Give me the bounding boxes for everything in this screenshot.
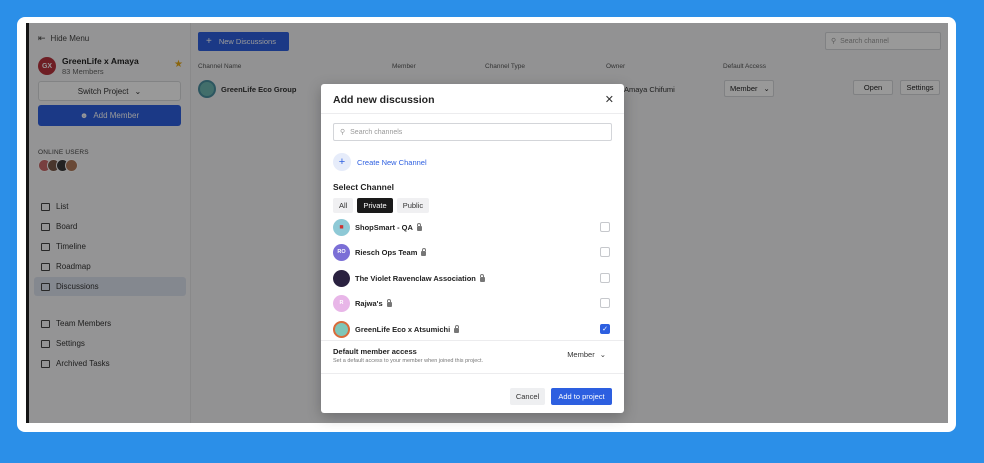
channel-name: Rajwa's — [355, 298, 383, 308]
list-item[interactable]: GreenLife Eco x Atsumichi ✓ — [333, 319, 612, 339]
search-channels-placeholder: Search channels — [350, 128, 403, 136]
select-channel-label: Select Channel — [333, 182, 394, 192]
channel-name: Riesch Ops Team — [355, 247, 418, 257]
divider — [321, 373, 624, 374]
chevron-down-icon: ⌄ — [599, 350, 606, 359]
divider — [321, 113, 624, 114]
list-item[interactable]: R Rajwa's — [333, 293, 612, 313]
lock-icon — [479, 273, 485, 282]
channel-checkbox[interactable] — [600, 273, 610, 283]
add-discussion-dialog: Add new discussion ✕ ⚲ Search channels +… — [321, 84, 624, 413]
list-item[interactable]: The Violet Ravenclaw Association — [333, 268, 612, 288]
channel-avatar — [333, 320, 350, 338]
create-channel-button[interactable]: + Create New Channel — [333, 153, 427, 171]
channel-avatar: R — [333, 294, 350, 312]
channel-avatar — [333, 269, 350, 287]
default-access-select[interactable]: Member ⌄ — [567, 350, 606, 359]
add-to-project-button[interactable]: Add to project — [551, 388, 612, 405]
list-item[interactable]: ■ ShopSmart - QA — [333, 217, 612, 237]
channel-name: GreenLife Eco x Atsumichi — [355, 324, 451, 334]
channel-list: ■ ShopSmart - QA RO Riesch Ops Team The … — [333, 217, 612, 339]
lock-icon — [454, 324, 460, 333]
channel-checkbox[interactable] — [600, 298, 610, 308]
search-channels-input[interactable]: ⚲ Search channels — [333, 123, 612, 141]
list-item[interactable]: RO Riesch Ops Team — [333, 242, 612, 262]
plus-icon: + — [333, 153, 351, 171]
channel-name: The Violet Ravenclaw Association — [355, 273, 476, 283]
create-channel-label: Create New Channel — [357, 157, 427, 167]
channel-avatar: RO — [333, 243, 350, 261]
search-icon: ⚲ — [340, 129, 346, 136]
channel-filter-tabs: All Private Public — [333, 198, 430, 213]
channel-checkbox[interactable] — [600, 247, 610, 257]
tab-all[interactable]: All — [333, 198, 354, 213]
channel-name: ShopSmart - QA — [355, 222, 413, 232]
default-access-value: Member — [567, 350, 595, 359]
default-access-section: Default member access Set a default acce… — [333, 347, 483, 364]
default-access-title: Default member access — [333, 347, 417, 356]
tab-private[interactable]: Private — [357, 198, 393, 213]
cancel-button[interactable]: Cancel — [510, 388, 545, 405]
dialog-title: Add new discussion — [333, 94, 435, 106]
channel-avatar: ■ — [333, 218, 350, 236]
close-icon[interactable]: ✕ — [605, 93, 614, 106]
lock-icon — [421, 247, 427, 256]
lock-icon — [386, 298, 392, 307]
channel-checkbox[interactable]: ✓ — [600, 324, 610, 334]
channel-checkbox[interactable] — [600, 222, 610, 232]
tab-public[interactable]: Public — [396, 198, 430, 213]
divider — [321, 340, 624, 341]
lock-icon — [416, 222, 422, 231]
default-access-subtitle: Set a default access to your member when… — [333, 358, 484, 364]
